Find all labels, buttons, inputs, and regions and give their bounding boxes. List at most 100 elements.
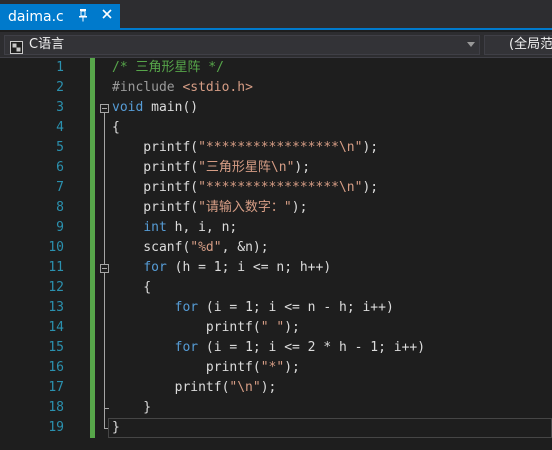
code-token-plain: {	[112, 280, 152, 295]
code-line[interactable]: #include <stdio.h>	[112, 78, 253, 98]
collapse-main-icon[interactable]	[100, 104, 109, 113]
code-line[interactable]: printf("*");	[112, 358, 300, 378]
pin-icon[interactable]	[76, 8, 90, 24]
line-number: 10	[48, 240, 64, 255]
code-line[interactable]: printf("\n");	[112, 378, 277, 398]
line-number: 15	[48, 340, 64, 355]
code-token-plain: {	[112, 120, 120, 135]
project-scope-dropdown[interactable]: C语言	[4, 35, 480, 55]
code-token-plain: printf(	[112, 180, 199, 195]
code-token-plain: printf(	[112, 200, 199, 215]
line-number: 4	[56, 120, 64, 135]
code-line[interactable]: scanf("%d", &n);	[112, 238, 269, 258]
code-editor[interactable]: 1 2 3 4 5 6 7 8 9 10 11 12 13 14 15 16 17 18 19 /* 三角形星阵 *…	[0, 58, 552, 450]
code-token-plain: (i = 1; i <= n - h; i++)	[198, 300, 394, 315]
code-token-plain: printf(	[112, 140, 199, 155]
line-number: 1	[56, 60, 64, 75]
code-token-str: " "	[260, 320, 285, 335]
line-number: 14	[48, 320, 64, 335]
code-token-plain: );	[362, 140, 379, 155]
code-token-kw: for	[143, 260, 167, 275]
code-token-str: "\n"	[229, 380, 261, 395]
code-token-plain: (i = 1; i <= 2 * h - 1; i++)	[198, 340, 426, 355]
member-scope-label: (全局范	[509, 37, 552, 52]
line-number: 6	[56, 160, 64, 175]
line-number: 19	[48, 420, 64, 435]
line-number: 2	[56, 80, 64, 95]
code-token-kw: void	[112, 100, 144, 115]
code-token-plain: );	[284, 360, 300, 375]
code-token-kw: for	[174, 300, 199, 315]
code-token-str: "三角形星阵\n"	[198, 160, 295, 175]
project-scope-label: C语言	[29, 37, 65, 52]
line-number: 13	[48, 300, 64, 315]
line-number: 12	[48, 280, 64, 295]
code-line[interactable]: printf("*****************\n");	[112, 178, 378, 198]
code-line[interactable]: /* 三角形星阵 */	[112, 58, 224, 78]
code-token-kw: int	[143, 220, 167, 235]
code-token-plain: printf(	[112, 360, 261, 375]
code-token-plain: );	[291, 200, 308, 215]
code-token-str: "%d"	[190, 240, 222, 255]
line-number: 8	[56, 200, 64, 215]
code-token-plain: main()	[143, 100, 199, 115]
line-number: 11	[48, 260, 64, 275]
code-token-plain: }	[112, 420, 120, 435]
line-number: 5	[56, 140, 64, 155]
code-token-plain: );	[294, 160, 311, 175]
code-line[interactable]: int h, i, n;	[112, 218, 237, 238]
current-line-highlight	[108, 418, 552, 438]
code-line[interactable]: printf("请输入数字：");	[112, 198, 307, 218]
code-line[interactable]: {	[112, 278, 151, 298]
line-number: 7	[56, 180, 64, 195]
code-token-comment: /* 三角形星阵 */	[112, 60, 224, 75]
line-number: 18	[48, 400, 64, 415]
line-number: 17	[48, 380, 64, 395]
member-scope-dropdown[interactable]: (全局范	[484, 35, 552, 55]
change-tracking-bar	[90, 58, 95, 438]
collapse-for-icon[interactable]	[100, 264, 109, 273]
code-token-header: <stdio.h>	[182, 80, 253, 95]
document-tab-strip: daima.c	[0, 0, 552, 30]
close-icon[interactable]	[99, 7, 115, 25]
code-line[interactable]: printf(" ");	[112, 318, 300, 338]
code-line[interactable]: printf("三角形星阵\n");	[112, 158, 310, 178]
code-token-str: "*****************\n"	[198, 180, 363, 195]
tab-daima-c[interactable]: daima.c	[0, 4, 120, 30]
code-token-plain: scanf(	[112, 240, 191, 255]
code-line[interactable]: printf("*****************\n");	[112, 138, 378, 158]
code-line[interactable]: }	[112, 398, 151, 418]
code-line[interactable]: for (i = 1; i <= 2 * h - 1; i++)	[112, 338, 425, 358]
code-line[interactable]: }	[112, 418, 120, 438]
outline-end-for	[104, 408, 109, 409]
line-number: 3	[56, 100, 64, 115]
code-line[interactable]: for (i = 1; i <= n - h; i++)	[112, 298, 394, 318]
code-token-plain: }	[112, 400, 152, 415]
code-token-str: "请输入数字："	[198, 200, 292, 215]
code-token-plain: h, i, n;	[166, 220, 238, 235]
code-token-plain: , &n);	[221, 240, 269, 255]
code-token-str: "*****************\n"	[198, 140, 363, 155]
code-token-plain: printf(	[112, 380, 230, 395]
tab-title: daima.c	[8, 9, 64, 25]
code-token-plain: printf(	[112, 160, 199, 175]
line-number: 9	[56, 220, 64, 235]
code-token-pre: #include	[112, 80, 183, 95]
code-line[interactable]: {	[112, 118, 120, 138]
chevron-down-icon[interactable]	[467, 42, 475, 47]
code-token-str: "*"	[260, 360, 285, 375]
code-token-plain: );	[260, 380, 277, 395]
code-line[interactable]: void main()	[112, 98, 198, 118]
code-token-kw: for	[174, 340, 199, 355]
navigation-bar: C语言 (全局范	[0, 32, 552, 58]
outline-guide-for	[104, 273, 105, 409]
code-token-plain: printf(	[112, 320, 261, 335]
code-line[interactable]: for (h = 1; i <= n; h++)	[112, 258, 331, 278]
code-token-plain: (h = 1; i <= n; h++)	[166, 260, 332, 275]
project-icon	[10, 39, 23, 54]
code-token-plain: );	[284, 320, 300, 335]
